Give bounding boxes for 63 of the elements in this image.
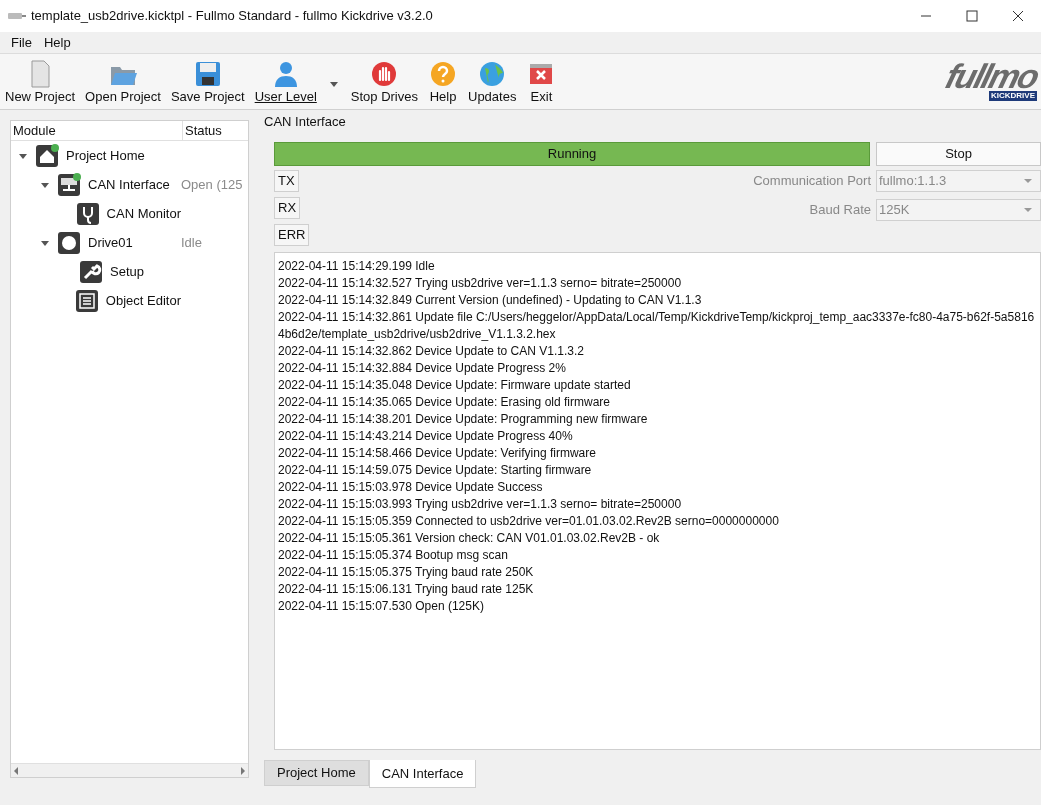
- toolbar-button[interactable]: Exit: [521, 59, 562, 105]
- horizontal-scrollbar[interactable]: [11, 763, 248, 777]
- toolbar-button[interactable]: User Level: [249, 59, 322, 105]
- signal-indicator: RX: [274, 197, 301, 219]
- stethoscope-icon: [75, 201, 100, 226]
- tree-item[interactable]: Object Editor: [105, 290, 181, 311]
- log-line: 2022-04-11 15:15:05.359 Connected to usb2drive ver=01.01.03.02.Rev2B serno=0000000000: [278, 513, 780, 530]
- log-line: 2022-04-11 15:14:29.199 Idle: [278, 258, 436, 275]
- expand-arrow-icon[interactable]: [41, 238, 49, 247]
- expand-arrow-icon[interactable]: [41, 180, 49, 189]
- stop-button[interactable]: Stop: [876, 142, 1041, 166]
- help-icon: [428, 59, 458, 89]
- log-line: 2022-04-11 15:14:35.065 Device Update: Erasing old firmware: [278, 394, 611, 411]
- network-device-icon: [57, 172, 81, 197]
- expand-arrow-icon[interactable]: [19, 151, 27, 160]
- log-line: 2022-04-11 15:14:35.048 Device Update: Firmware update started: [278, 377, 632, 394]
- status-text: Open (125: [181, 175, 243, 194]
- home-icon: [35, 143, 59, 168]
- menu-item[interactable]: File: [0, 32, 38, 53]
- menu-item[interactable]: Help: [37, 32, 77, 53]
- log-line: 2022-04-11 15:14:32.884 Device Update Progress 2%: [278, 360, 567, 377]
- log-line: 2022-04-11 15:14:32.527 Trying usb2drive ver=1.1.3 serno= bitrate=250000: [278, 275, 683, 292]
- toolbar-button[interactable]: Open Project: [80, 59, 166, 105]
- log-line: 2022-04-11 15:15:06.131 Trying baud rate 125K: [278, 581, 535, 598]
- log-line: 2022-04-11 15:15:05.375 Trying baud rate 250K: [278, 564, 535, 581]
- field-label: Baud Rate: [809, 201, 871, 220]
- log-line: 2022-04-11 15:15:03.978 Device Update Success: [278, 479, 544, 496]
- signal-indicator: TX: [274, 170, 299, 192]
- log-line: 2022-04-11 15:14:32.861 Update file C:/Users/heggelor/AppData/Local/Temp/KickdriveTemp/kickproj_temp_aac3337e-fc80-4a75-b62f-5a58164b6d2e/template_usb2drive/usb2drive_V1.1.3.2.hex: [278, 309, 1036, 343]
- signal-indicator: ERR: [274, 224, 310, 246]
- tree-item[interactable]: Drive01: [88, 232, 133, 253]
- log-line: 2022-04-11 15:14:38.201 Device Update: Programming new firmware: [278, 411, 649, 428]
- status-bar: Running: [274, 142, 870, 166]
- tree-item[interactable]: Project Home: [66, 145, 145, 166]
- column-header[interactable]: Status: [183, 120, 222, 141]
- log-line: 2022-04-11 15:14:43.214 Device Update Progress 40%: [278, 428, 574, 445]
- panel-title: CAN Interface: [264, 113, 346, 132]
- dropdown-caret-icon[interactable]: [329, 82, 338, 87]
- log-line: 2022-04-11 15:14:32.849 Current Version (undefined) - Updating to CAN V1.1.3: [278, 292, 703, 309]
- toolbar-button[interactable]: Updates: [463, 59, 522, 105]
- log-line: 2022-04-11 15:15:07.530 Open (125K): [278, 598, 485, 615]
- tree-item[interactable]: CAN Interface: [88, 174, 170, 195]
- log-line: 2022-04-11 15:15:05.361 Version check: CAN V01.01.03.02.Rev2B - ok: [278, 530, 661, 547]
- app-icon: [8, 12, 26, 20]
- log-line: 2022-04-11 15:14:59.075 Device Update: Starting firmware: [278, 462, 593, 479]
- log-line: 2022-04-11 15:15:05.374 Bootup msg scan: [278, 547, 509, 564]
- toolbar-button[interactable]: New Project: [0, 59, 81, 105]
- field-label: Communication Port: [753, 172, 871, 191]
- log-line: 2022-04-11 15:14:32.862 Device Update to CAN V1.1.3.2: [278, 343, 585, 360]
- toolbar-button[interactable]: Save Project: [165, 59, 250, 105]
- tab[interactable]: CAN Interface: [368, 760, 477, 788]
- tree-item[interactable]: CAN Monitor: [106, 203, 181, 224]
- window-title: template_usb2drive.kicktpl - Fullmo Standard - fullmo Kickdrive v3.2.0: [31, 7, 433, 26]
- toolbar-button[interactable]: Stop Drives: [345, 59, 423, 105]
- log-line: 2022-04-11 15:15:03.993 Trying usb2drive ver=1.1.3 serno= bitrate=250000: [278, 496, 683, 513]
- log-line: 2022-04-11 15:14:58.466 Device Update: Verifying firmware: [278, 445, 597, 462]
- column-header[interactable]: Module: [11, 120, 183, 141]
- list-icon: [74, 288, 99, 313]
- status-text: Idle: [181, 233, 202, 252]
- tab[interactable]: Project Home: [264, 760, 369, 786]
- tree-item[interactable]: Setup: [110, 261, 144, 282]
- brand-logo: fullmo KICKDRIVE: [947, 61, 1037, 101]
- toolbar-button[interactable]: Help: [423, 59, 463, 105]
